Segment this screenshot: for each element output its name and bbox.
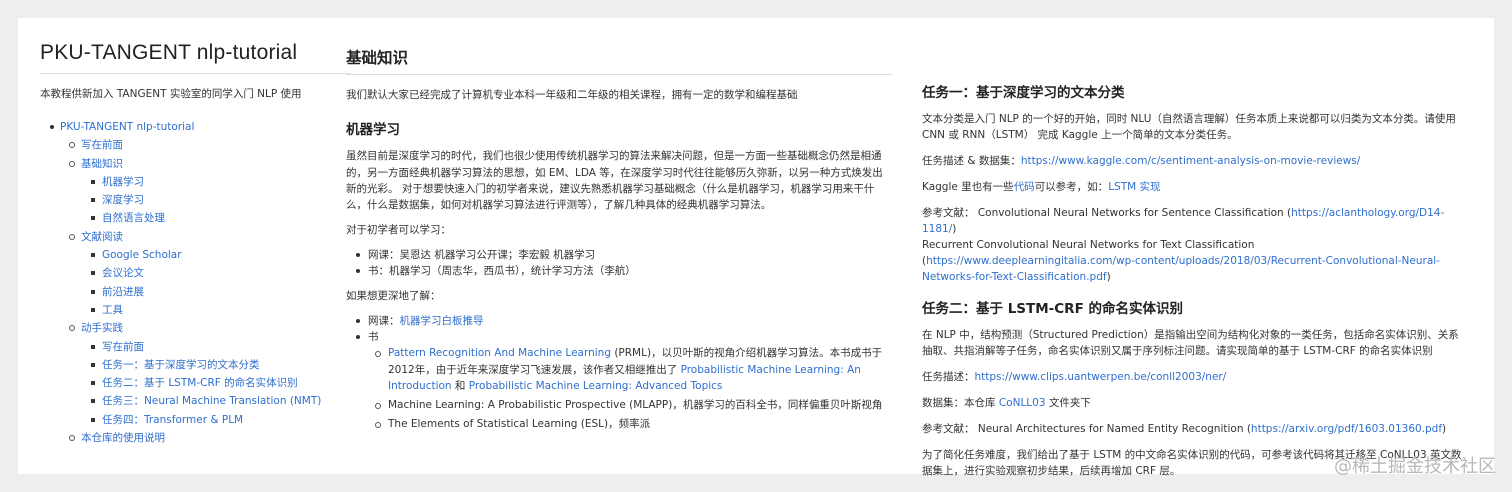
label: 数据集：本仓库: [922, 397, 999, 409]
deeper-label: 如果想更深地了解：: [346, 290, 441, 303]
main-tasks: 任务一：基于深度学习的文本分类 文本分类是入门 NLP 的一个好的开始，同时 N…: [922, 18, 1467, 479]
toc-item: 动手实践写在前面任务一：基于深度学习的文本分类任务二：基于 LSTM-CRF 的…: [60, 319, 350, 429]
toc-subitem: 深度学习: [81, 191, 350, 209]
toc-item: 写在前面: [60, 136, 350, 154]
toc-link[interactable]: 动手实践: [81, 322, 123, 334]
toc-sublink[interactable]: 写在前面: [102, 341, 144, 353]
beginner-list: 网课：吴恩达 机器学习公开课；李宏毅 机器学习 书：机器学习（周志华，西瓜书），…: [346, 247, 892, 280]
link-lstm-impl[interactable]: LSTM 实现: [1108, 181, 1160, 193]
site-title[interactable]: PKU-TANGENT nlp-tutorial: [40, 41, 350, 74]
task2-dataset: 数据集：本仓库 CoNLL03 文件夹下: [922, 395, 1467, 411]
toc-subitem: 任务二：基于 LSTM-CRF 的命名实体识别: [81, 374, 350, 392]
link-kaggle-code[interactable]: 代码: [1014, 181, 1035, 193]
main-basic-knowledge: 基础知识 我们默认大家已经完成了计算机专业本科一年级和二年级的相关课程，拥有一定…: [346, 18, 892, 433]
task1-paragraph: 文本分类是入门 NLP 的一个好的开始，同时 NLU（自然语言理解）任务本质上来…: [922, 113, 1456, 141]
toc-sublink[interactable]: 任务四：Transformer & PLM: [102, 414, 243, 426]
list-item: 网课：机器学习白板推导: [346, 313, 892, 329]
basics-intro: 我们默认大家已经完成了计算机专业本科一年级和二年级的相关课程，拥有一定的数学和编…: [346, 89, 798, 101]
toc-link-root[interactable]: PKU-TANGENT nlp-tutorial: [60, 121, 194, 133]
toc-subitem: 任务三：Neural Machine Translation (NMT): [81, 392, 350, 410]
page-content: PKU-TANGENT nlp-tutorial 本教程供新加入 TANGENT…: [18, 18, 1494, 477]
task1-description: 任务描述 & 数据集：https://www.kaggle.com/c/sent…: [922, 153, 1467, 169]
toc-subitem: 会议论文: [81, 264, 350, 282]
site-description: 本教程供新加入 TANGENT 实验室的同学入门 NLP 使用: [40, 88, 302, 100]
toc-sublink[interactable]: 自然语言处理: [102, 212, 165, 224]
toc-item: 文献阅读 Google Scholar 会议论文前沿进展工具: [60, 228, 350, 319]
label: 参考文献： Convolutional Neural Networks for …: [922, 207, 1292, 219]
toc-subitem: 任务一：基于深度学习的文本分类: [81, 356, 350, 374]
label: 可以参考，如：: [1034, 181, 1109, 193]
toc-sublink[interactable]: 任务二：基于 LSTM-CRF 的命名实体识别: [102, 377, 298, 389]
list-item: 书：机器学习（周志华，西瓜书），统计学习方法（李航）: [346, 263, 892, 279]
book-text: 和: [451, 379, 469, 392]
toc-sublink[interactable]: 深度学习: [102, 194, 144, 206]
toc-sublink[interactable]: 工具: [102, 304, 123, 316]
task2-paragraph: 在 NLP 中，结构预测（Structured Prediction）是指输出空…: [922, 329, 1459, 357]
sidebar: PKU-TANGENT nlp-tutorial 本教程供新加入 TANGENT…: [40, 18, 350, 447]
toc-subitem: 任务四：Transformer & PLM: [81, 411, 350, 429]
toc-link[interactable]: 基础知识: [81, 158, 123, 170]
list-item: Pattern Recognition And Machine Learning…: [368, 345, 892, 394]
link-conll2003[interactable]: https://www.clips.uantwerpen.be/conll200…: [975, 371, 1227, 383]
list-item: 网课：吴恩达 机器学习公开课；李宏毅 机器学习: [346, 247, 892, 263]
toc-root: PKU-TANGENT nlp-tutorial 写在前面 基础知识 机器学习 深度学…: [40, 118, 350, 447]
toc-sublink[interactable]: 任务三：Neural Machine Translation (NMT): [102, 395, 321, 407]
ml-paragraph: 虽然目前是深度学习的时代，我们也很少使用传统机器学习的算法来解决问题，但是一方面…: [346, 150, 883, 212]
toc-sublink[interactable]: 任务一：基于深度学习的文本分类: [102, 359, 260, 371]
link-whiteboard-course[interactable]: 机器学习白板推导: [400, 315, 484, 327]
section-heading-basics: 基础知识: [346, 46, 892, 75]
label: 参考文献： Neural Architectures for Named Ent…: [922, 423, 1251, 435]
link-arxiv-ner[interactable]: https://arxiv.org/pdf/1603.01360.pdf: [1251, 423, 1442, 435]
label: ): [1442, 423, 1447, 435]
label: 文件夹下: [1045, 397, 1091, 409]
toc-subitem: 前沿进展: [81, 283, 350, 301]
toc-sublink[interactable]: 前沿进展: [102, 286, 144, 298]
book-list: Pattern Recognition And Machine Learning…: [368, 345, 892, 432]
task2-references: 参考文献： Neural Architectures for Named Ent…: [922, 421, 1467, 437]
task1-references: 参考文献： Convolutional Neural Networks for …: [922, 205, 1467, 285]
label: 任务描述 & 数据集：: [922, 155, 1021, 167]
toc-sublink[interactable]: Google Scholar: [102, 249, 182, 261]
toc-sublink[interactable]: 会议论文: [102, 267, 144, 279]
ml-heading: 机器学习: [346, 122, 400, 139]
task1-kaggle: Kaggle 里也有一些代码可以参考，如：LSTM 实现: [922, 179, 1467, 195]
book-label: 书: [368, 330, 379, 343]
toc-subitem: 自然语言处理: [81, 209, 350, 227]
toc-item: 本仓库的使用说明: [60, 429, 350, 447]
toc-item: 基础知识机器学习深度学习自然语言处理: [60, 155, 350, 228]
deeper-list: 网课：机器学习白板推导 书 Pattern Recognition And Ma…: [346, 313, 892, 433]
label: ): [1106, 271, 1111, 283]
table-of-contents: PKU-TANGENT nlp-tutorial 写在前面 基础知识 机器学习 深度学…: [40, 118, 350, 447]
list-item: Machine Learning: A Probabilistic Prospe…: [368, 397, 892, 413]
toc-subitem: Google Scholar: [81, 246, 350, 264]
toc-sublink[interactable]: 机器学习: [102, 176, 144, 188]
task1-heading: 任务一：基于深度学习的文本分类: [922, 85, 1125, 101]
task2-description: 任务描述：https://www.clips.uantwerpen.be/con…: [922, 369, 1467, 385]
link-kaggle-task[interactable]: https://www.kaggle.com/c/sentiment-analy…: [1021, 155, 1360, 167]
link-rcnn-pdf[interactable]: https://www.deeplearningitalia.com/wp-co…: [922, 255, 1440, 283]
label: Kaggle 里也有一些: [922, 181, 1014, 193]
link-conll03-folder[interactable]: CoNLL03: [999, 397, 1046, 409]
label: 任务描述：: [922, 371, 975, 383]
toc-link[interactable]: 文献阅读: [81, 231, 123, 243]
watermark: @稀土掘金技术社区: [1334, 456, 1496, 477]
toc-link[interactable]: 本仓库的使用说明: [81, 432, 165, 444]
task2-heading: 任务二：基于 LSTM-CRF 的命名实体识别: [922, 301, 1183, 317]
link-prml[interactable]: Pattern Recognition And Machine Learning: [388, 347, 611, 359]
list-item: 书 Pattern Recognition And Machine Learni…: [346, 329, 892, 433]
toc-subitem: 工具: [81, 301, 350, 319]
beginner-label: 对于初学者可以学习：: [346, 224, 451, 237]
toc-subitem: 写在前面: [81, 338, 350, 356]
course-prefix: 网课：: [368, 314, 400, 327]
link-pml-advanced[interactable]: Probabilistic Machine Learning: Advanced…: [469, 380, 723, 392]
toc-subitem: 机器学习: [81, 173, 350, 191]
toc-link[interactable]: 写在前面: [81, 139, 123, 151]
list-item: The Elements of Statistical Learning (ES…: [368, 416, 892, 432]
